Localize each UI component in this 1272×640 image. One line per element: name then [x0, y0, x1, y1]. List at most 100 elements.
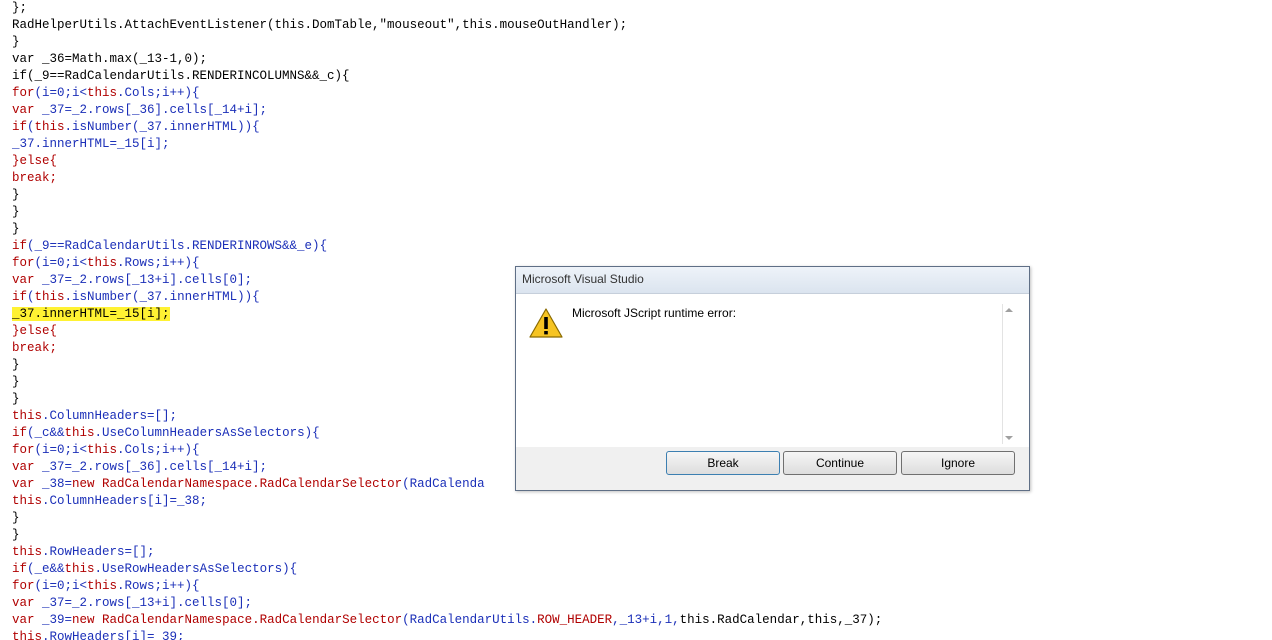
code-line: if(_e&&this.UseRowHeadersAsSelectors){: [12, 561, 297, 578]
code-line: for(i=0;i<this.Rows;i++){: [12, 578, 200, 595]
code-token: }else{: [12, 154, 58, 168]
code-token: .Rows;i++){: [117, 256, 200, 270]
code-line: this.RowHeaders=[];: [12, 544, 155, 561]
code-token: .Cols;i++){: [117, 86, 200, 100]
code-line: }: [12, 34, 20, 51]
code-token: (: [27, 290, 35, 304]
code-token: .Cols;i++){: [117, 443, 200, 457]
code-line: var _37=_2.rows[_36].cells[_14+i];: [12, 459, 267, 476]
code-token: ROW_HEADER: [537, 613, 613, 627]
code-token: if: [12, 426, 28, 440]
code-token: if: [12, 239, 28, 253]
code-token: .UseRowHeadersAsSelectors){: [94, 562, 298, 576]
code-token: .isNumber(_37.innerHTML)){: [64, 290, 260, 304]
code-line: var _37=_2.rows[_13+i].cells[0];: [12, 595, 252, 612]
code-token: if: [12, 120, 28, 134]
code-line: }else{: [12, 153, 57, 170]
code-line: for(i=0;i<this.Cols;i++){: [12, 442, 200, 459]
scroll-down-icon[interactable]: [1005, 436, 1013, 440]
code-token: }: [12, 392, 20, 406]
code-token: .isNumber(_37.innerHTML)){: [64, 120, 260, 134]
code-token: }: [12, 205, 20, 219]
code-token: for: [12, 443, 35, 457]
code-token: .Rows;i++){: [117, 579, 200, 593]
code-token: if(_9==RadCalendarUtils.RENDERINCOLUMNS&…: [12, 69, 350, 83]
code-line: }: [12, 510, 20, 527]
code-token: }: [12, 375, 20, 389]
code-token: this: [12, 630, 43, 640]
code-line: RadHelperUtils.AttachEventListener(this.…: [12, 17, 627, 34]
code-line: for(i=0;i<this.Cols;i++){: [12, 85, 200, 102]
code-token: this: [34, 120, 65, 134]
code-token: .RowHeaders[i]=_39;: [42, 630, 185, 640]
code-token: ,_13+i,1,: [612, 613, 680, 627]
code-token: (i=0;i<: [34, 256, 88, 270]
code-line: break;: [12, 340, 57, 357]
current-statement-highlight: _37.innerHTML=_15[i];: [12, 307, 170, 321]
code-token: .ColumnHeaders[i]=_38;: [42, 494, 208, 508]
code-token: (i=0;i<: [34, 579, 88, 593]
code-token: this: [64, 426, 95, 440]
code-line: }: [12, 204, 20, 221]
code-token: this: [12, 545, 43, 559]
code-token: }: [12, 358, 20, 372]
code-line: var _37=_2.rows[_36].cells[_14+i];: [12, 102, 267, 119]
code-token: this: [34, 290, 65, 304]
code-token: new: [72, 613, 103, 627]
runtime-error-dialog: Microsoft Visual Studio Microsoft JScrip…: [515, 266, 1030, 491]
code-line: for(i=0;i<this.Rows;i++){: [12, 255, 200, 272]
code-token: (_9==RadCalendarUtils.RENDERINROWS&&_e){: [27, 239, 328, 253]
code-token: }: [12, 188, 20, 202]
code-token: if: [12, 562, 28, 576]
code-token: for: [12, 256, 35, 270]
code-token: this: [64, 562, 95, 576]
code-token: (RadCalenda: [402, 477, 485, 491]
code-token: this.RadCalendar,this,_37);: [679, 613, 883, 627]
ignore-button[interactable]: Ignore: [901, 451, 1015, 475]
code-line: }: [12, 221, 20, 238]
message-scrollbar[interactable]: [1002, 304, 1015, 444]
code-token: this: [87, 256, 118, 270]
code-line: this.RowHeaders[i]=_39;: [12, 629, 185, 640]
code-line: if(this.isNumber(_37.innerHTML)){: [12, 289, 260, 306]
code-token: }: [12, 528, 20, 542]
code-token: (i=0;i<: [34, 443, 88, 457]
code-token: this: [87, 86, 118, 100]
code-token: _37=_2.rows[_36].cells[_14+i];: [42, 103, 268, 117]
code-token: .RowHeaders=[];: [42, 545, 155, 559]
code-line: }: [12, 374, 20, 391]
code-token: }: [12, 511, 20, 525]
code-line: var _36=Math.max(_13-1,0);: [12, 51, 207, 68]
code-line: _37.innerHTML=_15[i];: [12, 306, 170, 323]
code-token: .UseColumnHeadersAsSelectors){: [94, 426, 320, 440]
code-line: }: [12, 357, 20, 374]
continue-button[interactable]: Continue: [783, 451, 897, 475]
code-token: break;: [12, 171, 58, 185]
code-token: _37=_2.rows[_13+i].cells[0];: [42, 273, 253, 287]
code-token: this: [12, 494, 43, 508]
code-token: this: [12, 409, 43, 423]
code-token: }else{: [12, 324, 58, 338]
code-line: if(this.isNumber(_37.innerHTML)){: [12, 119, 260, 136]
code-line: }: [12, 527, 20, 544]
break-button[interactable]: Break: [666, 451, 780, 475]
code-token: _39=: [42, 613, 73, 627]
code-line: }: [12, 187, 20, 204]
code-token: (: [27, 120, 35, 134]
code-token: var: [12, 273, 43, 287]
code-token: var _36=Math.max(_13-1,0);: [12, 52, 208, 66]
code-token: this: [87, 443, 118, 457]
code-line: var _37=_2.rows[_13+i].cells[0];: [12, 272, 252, 289]
code-token: for: [12, 86, 35, 100]
code-line: if(_c&&this.UseColumnHeadersAsSelectors)…: [12, 425, 320, 442]
code-token: .ColumnHeaders=[];: [42, 409, 178, 423]
dialog-titlebar[interactable]: Microsoft Visual Studio: [516, 267, 1029, 294]
code-token: _37=_2.rows[_13+i].cells[0];: [42, 596, 253, 610]
code-line: }: [12, 391, 20, 408]
code-token: var: [12, 460, 43, 474]
code-token: }: [12, 222, 20, 236]
code-line: this.ColumnHeaders=[];: [12, 408, 177, 425]
scroll-up-icon[interactable]: [1005, 308, 1013, 312]
error-message: Microsoft JScript runtime error:: [572, 306, 737, 320]
code-token: break;: [12, 341, 58, 355]
